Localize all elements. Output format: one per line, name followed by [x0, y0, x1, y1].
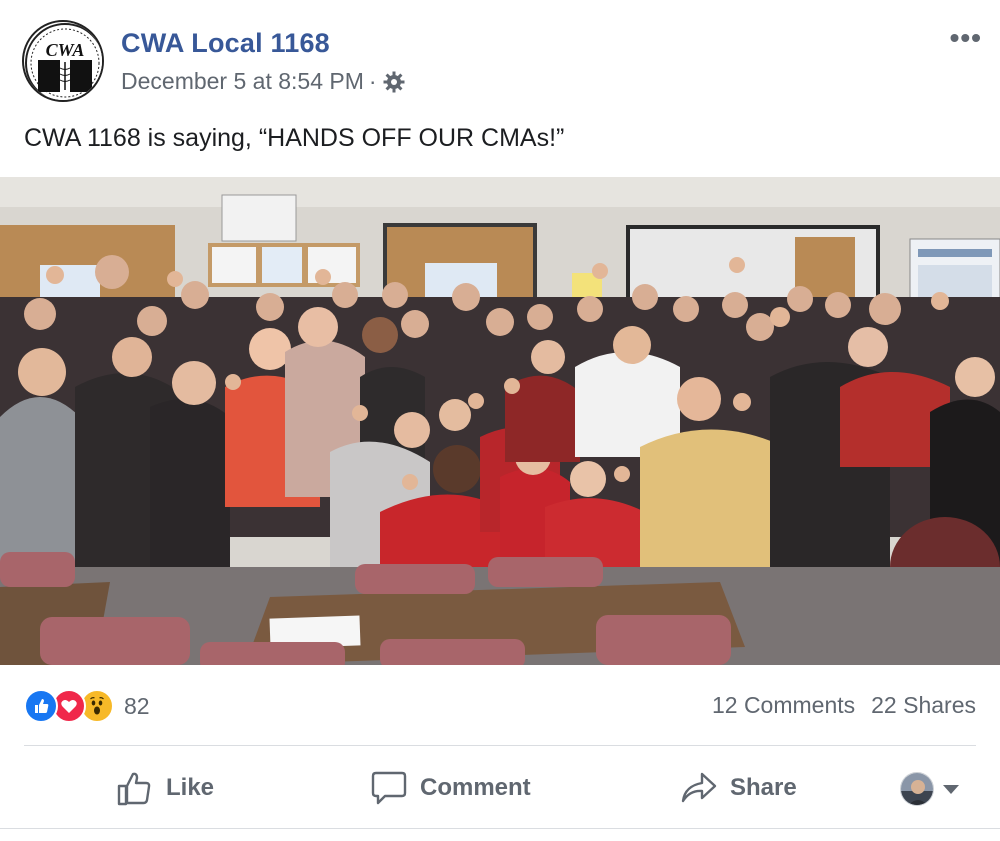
cwa-logo: CWA: [25, 23, 102, 100]
svg-text:CWA: CWA: [46, 40, 85, 60]
reaction-identity-selector[interactable]: [900, 772, 959, 806]
more-options-icon[interactable]: •••: [950, 22, 982, 54]
like-reaction-icon: [24, 689, 58, 723]
post-text: CWA 1168 is saying, “HANDS OFF OUR CMAs!…: [24, 124, 565, 152]
viewer-avatar: [900, 772, 934, 806]
divider: [24, 745, 976, 746]
comment-label: Comment: [420, 774, 531, 801]
group-photo-illustration: [0, 177, 1000, 665]
share-button[interactable]: Share: [680, 765, 797, 811]
like-button[interactable]: Like: [116, 765, 214, 811]
facebook-post: CWA CWA Local 1168 December 5 at 8:54 PM…: [0, 0, 1000, 841]
bottom-border: [0, 828, 1000, 829]
meta-separator: ·: [368, 68, 377, 94]
comments-count-link[interactable]: 12 Comments: [712, 692, 855, 719]
chevron-down-icon: [943, 784, 959, 794]
reaction-count[interactable]: 82: [124, 693, 150, 720]
post-meta: December 5 at 8:54 PM ·: [121, 68, 406, 95]
share-label: Share: [730, 774, 797, 801]
page-name-link[interactable]: CWA Local 1168: [121, 28, 330, 59]
post-timestamp[interactable]: December 5 at 8:54 PM: [121, 68, 364, 95]
comment-button[interactable]: Comment: [370, 765, 531, 811]
engagement-counts: 12 Comments 22 Shares: [712, 692, 976, 719]
share-arrow-icon: [681, 772, 717, 803]
reactions-summary[interactable]: 82: [24, 688, 150, 724]
shares-count-link[interactable]: 22 Shares: [871, 692, 976, 719]
thumbs-up-icon: [117, 772, 151, 806]
page-avatar[interactable]: CWA: [22, 20, 104, 102]
post-photo[interactable]: [0, 177, 1000, 665]
like-label: Like: [166, 774, 215, 801]
gear-icon[interactable]: [382, 70, 406, 94]
comment-bubble-icon: [371, 771, 407, 805]
